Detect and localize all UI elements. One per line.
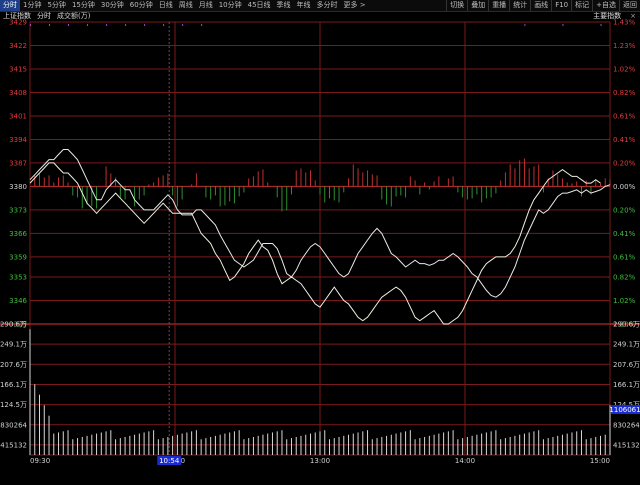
event-mark xyxy=(49,24,51,26)
pct-tick-label: 1.02% xyxy=(613,297,636,305)
pct-tick-label: 0.00% xyxy=(613,183,636,191)
event-mark xyxy=(106,24,108,26)
event-mark xyxy=(30,24,31,26)
volume-tick-label: 124.5万 xyxy=(0,401,27,409)
event-mark xyxy=(87,24,89,26)
event-mark xyxy=(562,24,564,26)
volume-tick-label: 249.1万 xyxy=(0,341,27,349)
price-tick-label: 3429 xyxy=(9,19,27,27)
volume-tick-label: 415132 xyxy=(0,441,27,449)
pct-tick-label: 0.82% xyxy=(613,89,636,97)
pct-tick-label: 0.41% xyxy=(613,136,636,144)
time-label: 10:54 xyxy=(159,457,180,465)
pct-tick-label: 1.43% xyxy=(613,19,636,27)
price-tick-label: 3380 xyxy=(9,183,27,191)
event-mark xyxy=(125,24,127,26)
time-label: 15:00 xyxy=(590,457,610,465)
time-label: 13:00 xyxy=(310,457,330,465)
volume-tick-label-right: 415132 xyxy=(613,441,640,449)
price-tick-label: 3387 xyxy=(9,159,27,167)
volume-tick-label: 207.6万 xyxy=(0,361,27,369)
price-tick-label: 3401 xyxy=(9,112,27,120)
volume-tick-label-right: 830264 xyxy=(613,421,640,429)
pct-tick-label: 0.61% xyxy=(613,112,636,120)
volume-tick-label-right: 290.6万 xyxy=(613,321,640,329)
pct-tick-label: 0.82% xyxy=(613,274,636,282)
volume-tick-label: 290.6万 xyxy=(0,321,27,329)
time-label: 09:30 xyxy=(30,457,50,465)
current-volume-label: 1106061 xyxy=(609,406,640,414)
volume-tick-label: 830264 xyxy=(0,421,27,429)
pct-tick-label: 1.23% xyxy=(613,42,636,50)
pct-tick-label: 1.02% xyxy=(613,65,636,73)
event-mark xyxy=(524,24,526,26)
volume-tick-label-right: 207.6万 xyxy=(613,361,640,369)
price-tick-label: 3373 xyxy=(9,206,27,214)
event-mark xyxy=(68,24,70,26)
price-tick-label: 3394 xyxy=(9,136,27,144)
event-mark xyxy=(144,24,146,26)
pct-tick-label: 0.41% xyxy=(613,230,636,238)
time-label: 14:00 xyxy=(455,457,475,465)
price-tick-label: 3353 xyxy=(9,274,27,282)
event-mark xyxy=(201,24,203,26)
event-mark xyxy=(182,24,184,26)
intraday-chart[interactable]: 3429 1.43% 3422 1.23% 3415 1.02% 3408 0.82% 3401… xyxy=(0,0,640,485)
volume-tick-label: 166.1万 xyxy=(0,381,27,389)
price-tick-label: 3408 xyxy=(9,89,27,97)
price-tick-label: 3415 xyxy=(9,65,27,73)
price-tick-label: 3422 xyxy=(9,42,27,50)
pct-tick-label: 0.20% xyxy=(613,206,636,214)
price-tick-label: 3346 xyxy=(9,297,27,305)
event-mark xyxy=(163,24,165,26)
price-tick-label: 3366 xyxy=(9,230,27,238)
event-mark xyxy=(600,24,602,26)
pct-tick-label: 0.20% xyxy=(613,159,636,167)
volume-tick-label-right: 249.1万 xyxy=(613,341,640,349)
volume-tick-label-right: 166.1万 xyxy=(613,381,640,389)
price-tick-label: 3359 xyxy=(9,253,27,261)
pct-tick-label: 0.61% xyxy=(613,253,636,261)
